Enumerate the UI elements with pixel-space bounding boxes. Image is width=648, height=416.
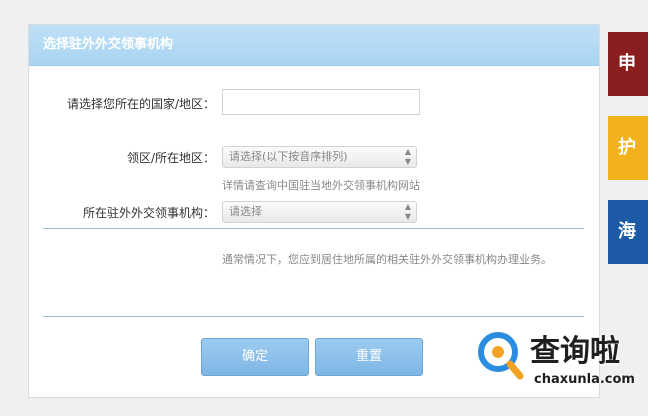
consular-area-select[interactable]: 请选择(以下按音序排列) ▲ ▼ [222,146,417,168]
side-tab-label: 护 [618,137,636,158]
confirm-button[interactable]: 确定 [201,338,309,376]
side-tab-passport[interactable]: 护 [608,116,648,180]
divider-bottom [43,316,584,317]
handling-note: 通常情况下，您应到居住地所属的相关驻外外交领事机构办理业务。 [222,253,552,266]
watermark-logo-icon [476,330,524,380]
panel-title: 选择驻外外交领事机构 [29,25,599,66]
mission-select-value: 请选择 [229,205,262,218]
consular-area-hint: 详情请查询中国驻当地外交领事机构网站 [222,179,420,192]
country-label: 请选择您所在的国家/地区： [66,97,215,111]
watermark: 查询啦 chaxunla.com [470,320,640,400]
side-tab-label: 申 [618,53,636,74]
side-tab-overseas[interactable]: 海 [608,200,648,264]
select-arrows-icon: ▲ ▼ [404,202,411,221]
consular-area-select-value: 请选择(以下按音序排列) [229,150,348,163]
reset-button[interactable]: 重置 [315,338,423,376]
watermark-domain: chaxunla.com [534,372,635,387]
country-input[interactable] [222,89,420,115]
consular-area-label: 领区/所在地区： [126,151,215,165]
divider-top [43,228,584,229]
mission-label: 所在驻外外交领事机构： [82,206,215,220]
side-tab-apply[interactable]: 申 [608,32,648,96]
side-tab-label: 海 [618,221,636,242]
select-arrows-icon: ▲ ▼ [404,147,411,166]
mission-select[interactable]: 请选择 ▲ ▼ [222,201,417,223]
watermark-name: 查询啦 [530,334,620,369]
